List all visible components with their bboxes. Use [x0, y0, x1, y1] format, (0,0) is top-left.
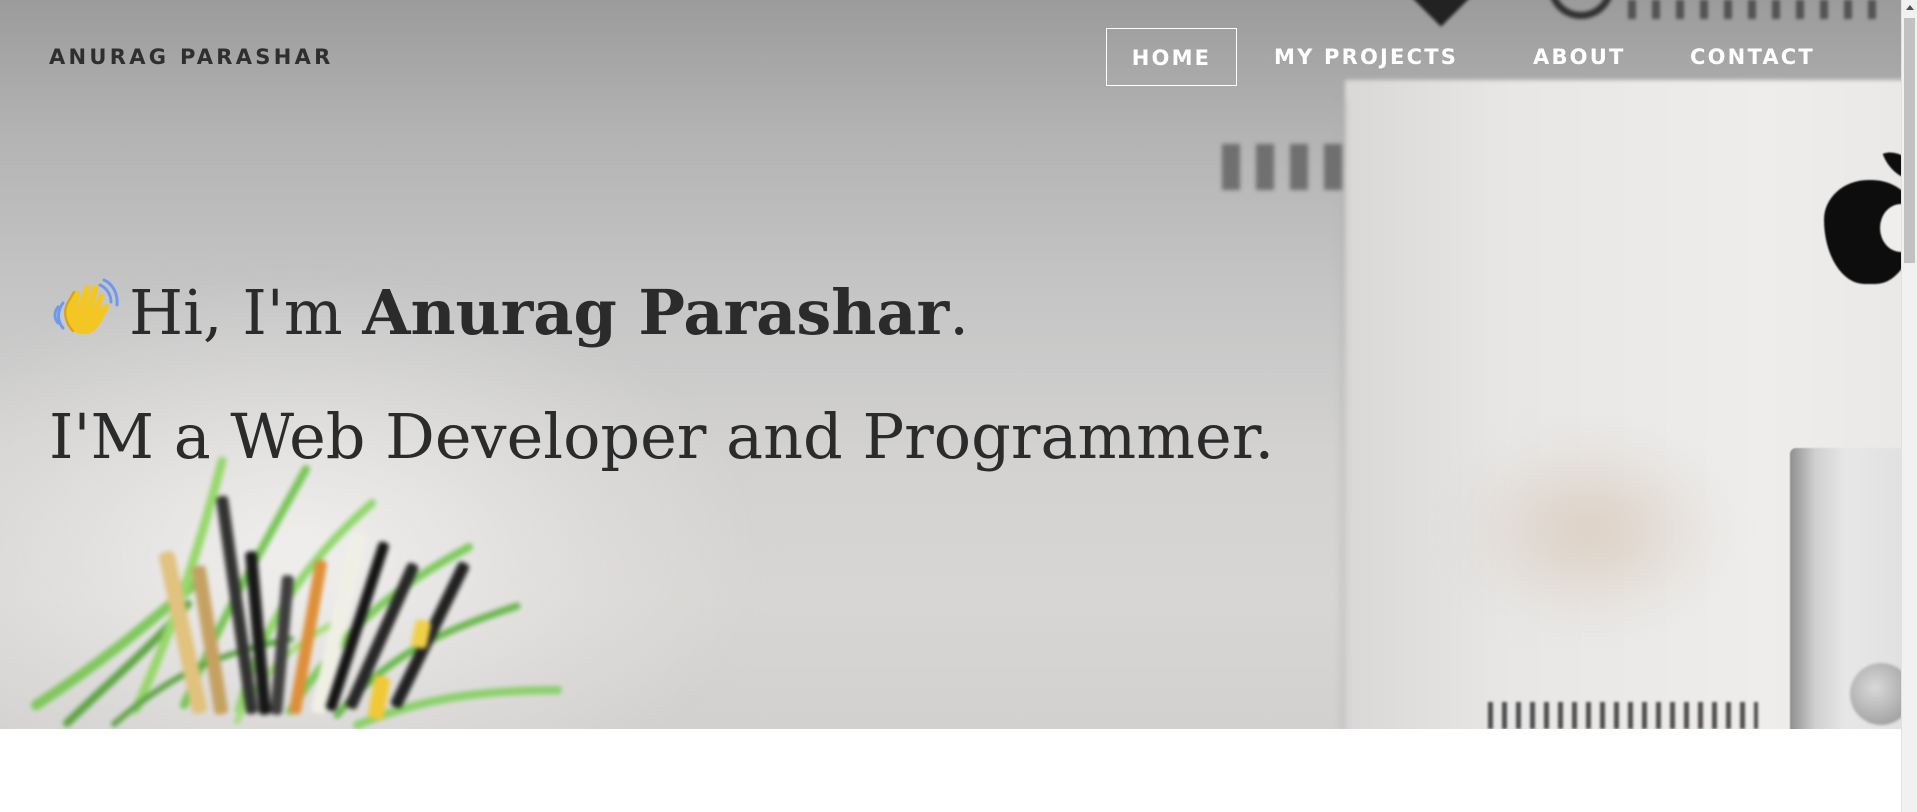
- background-bottom-ticks: [1488, 702, 1758, 729]
- site-header: ANURAG PARASHAR HOME MY PROJECTS ABOUT C…: [0, 0, 1901, 115]
- background-blurred-lettering: [1222, 144, 1344, 190]
- page-content-start: [0, 729, 1901, 812]
- hero-name: Anurag Parashar: [362, 275, 950, 349]
- waving-hand-icon: [49, 274, 121, 346]
- nav-home-link[interactable]: HOME: [1106, 28, 1237, 86]
- nav-about-link[interactable]: ABOUT: [1533, 28, 1626, 86]
- background-wall-edge: [1336, 100, 1350, 729]
- hero-subtitle: I'M a Web Developer and Programmer.: [49, 400, 1275, 474]
- background-warm-blur: [1450, 430, 1730, 630]
- hero-greeting: Hi, I'm Anurag Parashar.: [49, 270, 1274, 356]
- browser-scrollbar[interactable]: [1901, 0, 1917, 812]
- nav-projects-link[interactable]: MY PROJECTS: [1274, 28, 1458, 86]
- nav-contact-link[interactable]: CONTACT: [1690, 28, 1815, 86]
- scroll-up-arrow-icon[interactable]: [1906, 5, 1914, 10]
- portfolio-page: ANURAG PARASHAR HOME MY PROJECTS ABOUT C…: [0, 0, 1901, 812]
- scrollbar-thumb[interactable]: [1904, 18, 1915, 263]
- hero-greeting-suffix: .: [949, 275, 969, 349]
- hero-copy: Hi, I'm Anurag Parashar. I'M a Web Devel…: [49, 228, 1274, 529]
- hero-greeting-prefix: Hi, I'm: [129, 275, 363, 349]
- hero-section: ANURAG PARASHAR HOME MY PROJECTS ABOUT C…: [0, 0, 1901, 729]
- site-brand-link[interactable]: ANURAG PARASHAR: [49, 44, 334, 70]
